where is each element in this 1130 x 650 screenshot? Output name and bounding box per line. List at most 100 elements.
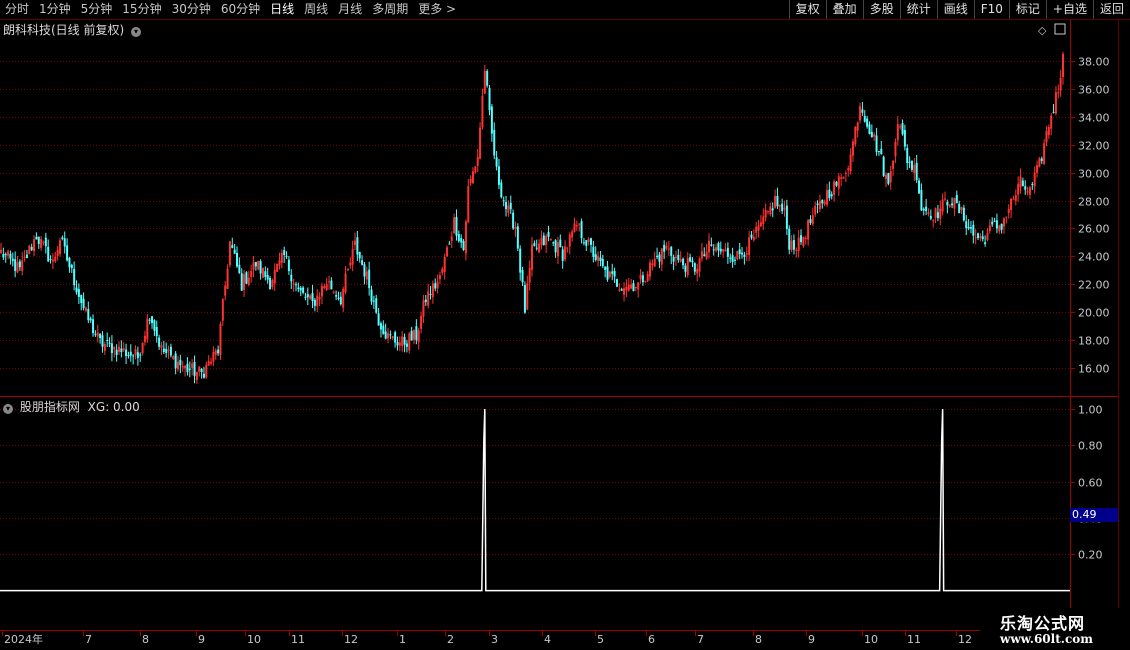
- candle-body: [21, 260, 24, 272]
- candle-body: [361, 260, 364, 265]
- tab-3[interactable]: 15分钟: [117, 0, 166, 19]
- tab-4[interactable]: 30分钟: [167, 0, 216, 19]
- tab-5[interactable]: 60分钟: [216, 0, 265, 19]
- candle-body: [110, 343, 113, 354]
- toolbar-button-2[interactable]: 多股: [862, 0, 900, 19]
- candle-body: [708, 240, 710, 253]
- candle-body: [221, 299, 224, 321]
- toolbar-button-8[interactable]: 返回: [1092, 0, 1130, 19]
- x-tick-label: 6: [648, 633, 655, 646]
- candle-body: [1052, 111, 1055, 113]
- candle-body: [169, 346, 172, 356]
- tab-7[interactable]: 周线: [299, 0, 333, 19]
- stock-title[interactable]: 朗科科技(日线 前复权) ▾: [3, 21, 142, 38]
- candle-body: [516, 226, 519, 249]
- candle-body: [198, 366, 201, 372]
- right-side-panel[interactable]: [1118, 20, 1130, 630]
- tab-6[interactable]: 日线: [265, 0, 299, 19]
- tab-10[interactable]: 更多 >: [413, 0, 461, 19]
- tab-8[interactable]: 月线: [333, 0, 367, 19]
- candle-body: [441, 268, 444, 273]
- candle-body: [483, 70, 486, 94]
- panel-toggle-icon[interactable]: [1054, 23, 1066, 35]
- candle-body: [51, 259, 54, 262]
- candle-body: [417, 330, 420, 343]
- toolbar-button-3[interactable]: 统计: [899, 0, 937, 19]
- candle-body: [502, 200, 505, 202]
- candle-body: [847, 168, 850, 170]
- candle-body: [729, 257, 732, 259]
- toolbar-button-5[interactable]: F10: [973, 0, 1009, 19]
- candle-body: [398, 342, 401, 346]
- candle-body: [304, 296, 307, 298]
- toolbar-button-4[interactable]: 画线: [936, 0, 974, 19]
- candle-body: [1003, 218, 1005, 227]
- candle-body: [901, 123, 904, 135]
- candle-body: [693, 263, 696, 272]
- candle-body: [335, 295, 338, 297]
- tab-0[interactable]: 分时: [0, 0, 34, 19]
- candle-body: [257, 260, 260, 270]
- candle-body: [89, 318, 92, 321]
- toolbar-button-1[interactable]: 叠加: [825, 0, 863, 19]
- candle-body: [1007, 209, 1010, 213]
- candle-body: [80, 294, 83, 303]
- candle-body: [821, 199, 824, 204]
- candle-body: [401, 336, 404, 347]
- candle-body: [752, 236, 755, 241]
- candle-body: [578, 223, 581, 225]
- candle-body: [620, 289, 623, 291]
- x-tick-label: 10: [247, 633, 261, 646]
- candle-body: [264, 271, 267, 277]
- candle-body: [613, 270, 616, 277]
- candle-body: [967, 226, 970, 229]
- candle-body: [479, 127, 482, 159]
- candle-body: [342, 288, 345, 308]
- chart-area[interactable]: 16.00 18.00 20.00 22.00 24.00 26.00 28.00 30.00…: [0, 20, 1130, 650]
- candle-body: [23, 256, 26, 258]
- toolbar-button-0[interactable]: 复权: [788, 0, 826, 19]
- candle-body: [556, 242, 559, 257]
- candle-body: [807, 220, 810, 240]
- price-tick-label: 26.00: [1078, 223, 1110, 236]
- candle-body: [995, 220, 998, 229]
- diamond-icon[interactable]: ◇: [1038, 24, 1047, 37]
- candle-body: [908, 161, 911, 163]
- xg-series-line: [0, 409, 1070, 592]
- candle-body: [842, 177, 845, 179]
- candle-body: [837, 176, 840, 189]
- tab-9[interactable]: 多周期: [367, 0, 413, 19]
- candle-body: [623, 288, 626, 295]
- candle-body: [250, 271, 253, 278]
- candle-body: [269, 278, 272, 290]
- candle-body: [625, 286, 628, 291]
- chevron-down-icon[interactable]: ▾: [131, 27, 142, 37]
- candle-body: [148, 319, 151, 321]
- candle-body: [238, 264, 241, 273]
- candle-body: [873, 134, 876, 137]
- candle-body: [856, 122, 859, 131]
- candle-body: [113, 346, 116, 350]
- price-tick-label: 18.00: [1078, 335, 1110, 348]
- indicator-title[interactable]: ▾ 股朋指标网 XG: 0.00: [3, 398, 140, 415]
- candle-body: [429, 293, 432, 295]
- toolbar-button-6[interactable]: 标记: [1008, 0, 1046, 19]
- tab-2[interactable]: 5分钟: [76, 0, 118, 19]
- tab-1[interactable]: 1分钟: [34, 0, 76, 19]
- candle-body: [372, 300, 375, 302]
- candle-body: [354, 240, 356, 246]
- candle-body: [311, 293, 314, 302]
- candle-body: [868, 124, 871, 135]
- candle-body: [698, 258, 701, 272]
- candle-body: [627, 284, 630, 291]
- candle-body: [936, 212, 939, 219]
- candle-body: [948, 204, 951, 207]
- chevron-down-icon[interactable]: ▾: [3, 404, 13, 414]
- candle-body: [271, 280, 274, 288]
- candle-body: [741, 252, 744, 255]
- candle-body: [559, 239, 562, 248]
- toolbar-button-7[interactable]: +自选: [1045, 0, 1093, 19]
- candle-body: [59, 240, 61, 254]
- x-tick-label: 7: [85, 633, 92, 646]
- toolbar-right-buttons: 复权 叠加 多股 统计 画线 F10 标记 +自选 返回: [788, 0, 1130, 19]
